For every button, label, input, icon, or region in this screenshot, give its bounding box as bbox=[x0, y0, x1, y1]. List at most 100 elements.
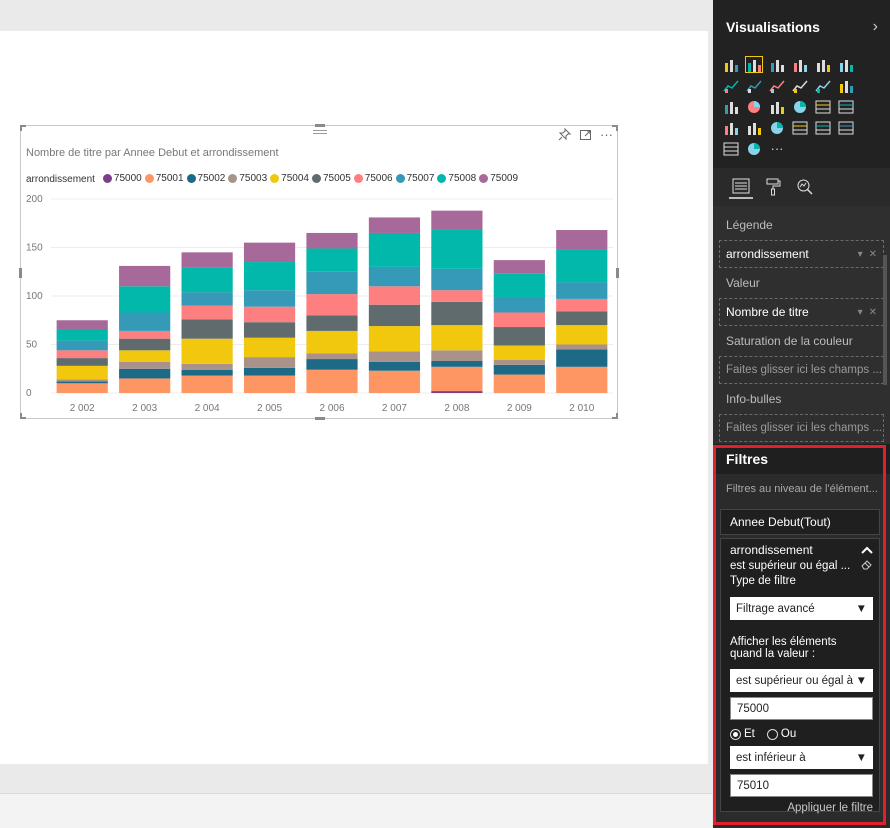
remove-field-icon[interactable]: ✕ bbox=[869, 249, 877, 260]
chevron-up-icon[interactable] bbox=[861, 543, 873, 557]
scatter-chart-icon[interactable] bbox=[722, 98, 740, 115]
pin-icon[interactable] bbox=[558, 127, 572, 144]
show-items-label: Afficher les éléments quand la valeur : bbox=[730, 636, 837, 660]
legend-field-chip[interactable]: arrondissement bbox=[726, 247, 809, 261]
100-stacked-bar-chart-icon[interactable] bbox=[814, 56, 832, 73]
legend-item[interactable]: 75004 bbox=[270, 173, 309, 184]
filled-map-icon[interactable] bbox=[722, 119, 740, 136]
color-saturation-drop-zone[interactable]: Faites glisser ici les champs ... bbox=[719, 356, 884, 384]
legend-well[interactable]: arrondissement ▾ ✕ bbox=[719, 240, 884, 268]
bar-segment bbox=[431, 229, 483, 269]
line-and-clustered-column-icon[interactable] bbox=[814, 77, 832, 94]
drag-grip-icon[interactable] bbox=[313, 130, 327, 138]
legend-item[interactable]: 75002 bbox=[186, 173, 225, 184]
legend-item[interactable]: 75008 bbox=[437, 173, 476, 184]
pane-scrollbar[interactable] bbox=[883, 255, 887, 385]
pie-chart-icon[interactable] bbox=[745, 98, 763, 115]
table-icon[interactable] bbox=[814, 98, 832, 115]
bar-segment bbox=[493, 345, 545, 361]
stacked-column-chart-visual[interactable]: ··· Nombre de titre par Annee Debut et a… bbox=[19, 124, 619, 420]
and-radio[interactable]: Et bbox=[730, 728, 755, 740]
report-page[interactable]: ··· Nombre de titre par Annee Debut et a… bbox=[0, 31, 708, 764]
area-chart-icon[interactable] bbox=[745, 77, 763, 94]
card-icon[interactable] bbox=[791, 119, 809, 136]
globe-map-icon[interactable] bbox=[791, 98, 809, 115]
chevron-down-icon[interactable]: ▾ bbox=[858, 249, 863, 260]
resize-handle-top[interactable] bbox=[315, 124, 325, 127]
line-and-stacked-column-icon[interactable] bbox=[791, 77, 809, 94]
legend-item[interactable]: 75000 bbox=[102, 173, 142, 184]
format-paint-roller-icon[interactable] bbox=[761, 175, 785, 199]
bar-segment bbox=[181, 369, 233, 376]
bar-segment bbox=[306, 359, 358, 370]
bar-segment bbox=[556, 249, 608, 283]
funnel-icon[interactable] bbox=[745, 119, 763, 136]
ribbon-chart-icon[interactable] bbox=[837, 77, 855, 94]
condition1-select[interactable]: est supérieur ou égal à ▼ bbox=[730, 669, 873, 692]
legend-label: 75001 bbox=[155, 173, 184, 184]
legend-item[interactable]: 75001 bbox=[144, 173, 184, 184]
filter-type-value: Filtrage avancé bbox=[736, 602, 815, 615]
more-options-icon[interactable]: ··· bbox=[600, 128, 613, 144]
remove-field-icon[interactable]: ✕ bbox=[869, 307, 877, 318]
radio-unchecked-icon[interactable] bbox=[766, 728, 778, 740]
collapse-pane-icon[interactable]: › bbox=[873, 18, 878, 36]
condition2-select[interactable]: est inférieur à ▼ bbox=[730, 746, 873, 769]
matrix-icon[interactable] bbox=[837, 98, 855, 115]
or-radio[interactable]: Ou bbox=[766, 728, 796, 740]
resize-corner-top-left[interactable] bbox=[20, 125, 26, 131]
legend-color-dot bbox=[270, 174, 280, 183]
value2-input[interactable]: 75010 bbox=[730, 774, 873, 797]
bar-segment bbox=[56, 365, 108, 380]
chevron-down-icon[interactable]: ▾ bbox=[858, 307, 863, 318]
radio-checked-icon[interactable] bbox=[730, 728, 741, 740]
legend-item[interactable]: 75005 bbox=[311, 173, 351, 184]
filter-card-header[interactable]: arrondissement bbox=[730, 542, 873, 558]
more-visuals-icon[interactable]: ··· bbox=[768, 140, 786, 157]
bar-segment bbox=[306, 330, 358, 354]
bar-segment bbox=[181, 319, 233, 339]
analytics-magnifier-icon[interactable] bbox=[793, 175, 817, 199]
legend-item[interactable]: 75007 bbox=[395, 173, 434, 184]
stacked-column-chart-icon[interactable] bbox=[745, 56, 763, 73]
line-chart-icon[interactable] bbox=[722, 77, 740, 94]
legend-item[interactable]: 75003 bbox=[228, 173, 267, 184]
100-stacked-column-chart-icon[interactable] bbox=[837, 56, 855, 73]
bar-segment bbox=[556, 311, 608, 326]
y-tick-label: 0 bbox=[26, 388, 32, 399]
bar-segment bbox=[181, 338, 233, 364]
y-tick-label: 150 bbox=[26, 243, 43, 254]
legend-label: 75009 bbox=[490, 173, 519, 184]
x-tick-label: 2 003 bbox=[132, 403, 157, 414]
bar-segment bbox=[181, 292, 233, 306]
filter-type-select[interactable]: Filtrage avancé ▼ bbox=[730, 597, 873, 620]
filter-card-annee-debut[interactable]: Annee Debut(Tout) bbox=[720, 509, 880, 535]
filters-title: Filtres bbox=[713, 444, 890, 474]
slicer-icon[interactable] bbox=[722, 140, 740, 157]
value-well[interactable]: Nombre de titre ▾ ✕ bbox=[719, 298, 884, 326]
gauge-icon[interactable] bbox=[768, 119, 786, 136]
logic-operator-radios: Et Ou bbox=[730, 728, 873, 740]
x-tick-label: 2 009 bbox=[507, 403, 532, 414]
eraser-clear-filter-icon[interactable] bbox=[861, 559, 873, 573]
tooltips-drop-zone[interactable]: Faites glisser ici les champs ... bbox=[719, 414, 884, 442]
value-field-chip[interactable]: Nombre de titre bbox=[726, 305, 809, 319]
stacked-area-chart-icon[interactable] bbox=[768, 77, 786, 94]
value1-input[interactable]: 75000 bbox=[730, 697, 873, 720]
fields-tab-icon[interactable] bbox=[729, 175, 753, 199]
apply-filter-button[interactable]: Appliquer le filtre bbox=[730, 802, 873, 814]
donut-chart-icon[interactable] bbox=[745, 140, 763, 157]
x-tick-label: 2 005 bbox=[257, 403, 282, 414]
legend-item[interactable]: 75009 bbox=[479, 173, 518, 184]
filter-type-label: Type de filtre bbox=[730, 575, 796, 587]
legend-title: arrondissement bbox=[26, 174, 95, 185]
multi-row-card-icon[interactable] bbox=[814, 119, 832, 136]
focus-mode-icon[interactable] bbox=[579, 128, 592, 144]
filter-card-arrondissement[interactable]: arrondissement est supérieur ou égal ...… bbox=[720, 538, 880, 814]
clustered-column-chart-icon[interactable] bbox=[791, 56, 809, 73]
treemap-icon[interactable] bbox=[768, 98, 786, 115]
kpi-icon[interactable] bbox=[837, 119, 855, 136]
stacked-bar-chart-icon[interactable] bbox=[722, 56, 740, 73]
legend-item[interactable]: 75006 bbox=[353, 173, 393, 184]
clustered-bar-chart-icon[interactable] bbox=[768, 56, 786, 73]
